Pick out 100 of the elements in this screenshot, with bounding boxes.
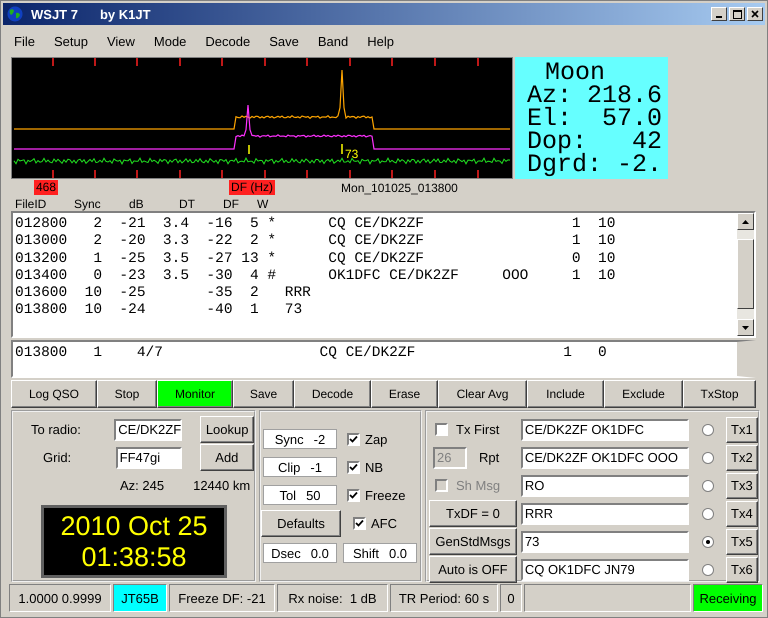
toolbar-button[interactable]: Stop (97, 380, 157, 408)
message-field[interactable]: RRR (520, 502, 689, 524)
radio-button[interactable] (702, 424, 714, 436)
checkbox[interactable] (347, 488, 360, 502)
callsign-field[interactable]: CE/DK2ZF (114, 418, 182, 440)
radio-button[interactable] (702, 508, 714, 520)
status-field: TR Period: 60 s (390, 584, 498, 612)
toolbar-button[interactable]: Decode (294, 380, 371, 408)
scroll-up-button[interactable] (737, 213, 754, 230)
distance-text: 12440 km (193, 478, 250, 493)
status-field: 1.0000 0.9999 (9, 584, 111, 612)
close-icon (751, 10, 759, 18)
column-header: DT (179, 197, 196, 211)
toolbar-button[interactable]: Clear Avg (438, 380, 527, 408)
option-label: Freeze (365, 488, 406, 502)
radio-button[interactable] (702, 564, 714, 576)
defaults-button[interactable]: Defaults (261, 510, 341, 537)
moon-reading: Az: 218.6 (527, 84, 664, 107)
tx-button[interactable]: Tx6 (726, 556, 758, 582)
tx-button[interactable]: Tx2 (726, 444, 758, 470)
window-subtitle: by K1JT (100, 6, 151, 22)
decoded-line: 013800 10 -24 -40 1 73 (15, 302, 304, 320)
spin-field[interactable]: Sync -2 (263, 429, 337, 449)
column-header: Sync (74, 197, 102, 211)
marker-line (341, 144, 343, 154)
moon-reading: Dop: 42 (527, 130, 664, 153)
tx-button[interactable]: Tx1 (726, 416, 758, 442)
menu-item[interactable]: Band (310, 34, 356, 48)
checkbox[interactable] (353, 517, 366, 530)
status-field: Freeze DF: -21 (169, 584, 275, 612)
grid-field[interactable]: FF47gi (116, 446, 182, 468)
minimize-button[interactable] (711, 7, 727, 21)
spin-field[interactable]: Shift 0.0 (343, 543, 417, 563)
decoded-line: 012800 2 -21 3.4 -16 5 * CQ CE/DK2ZF 1 10 (15, 216, 616, 234)
scroll-down-button[interactable] (737, 319, 754, 336)
message-field[interactable]: 73 (520, 530, 689, 552)
menu-item[interactable]: Mode (146, 34, 194, 48)
toolbar-button[interactable]: Log QSO (11, 380, 97, 408)
spin-field[interactable]: Clip -1 (263, 457, 337, 477)
checkbox-label: Tx First (456, 422, 500, 437)
decoded-line: 013600 10 -25 -35 2 RRR (15, 285, 312, 302)
time-text: 01:38:58 (81, 542, 187, 572)
maximize-icon (732, 10, 742, 18)
command-button[interactable]: Auto is OFF (429, 556, 517, 583)
checkbox[interactable] (347, 460, 360, 474)
checkbox[interactable] (435, 423, 448, 436)
command-button[interactable]: GenStdMsgs (429, 528, 517, 555)
toolbar-button[interactable]: Monitor (157, 380, 233, 408)
status-field: Receiving (693, 584, 763, 612)
tx-button[interactable]: Tx4 (726, 500, 758, 526)
toolbar-button[interactable]: Erase (371, 380, 438, 408)
down-arrow-icon (742, 326, 749, 330)
column-header: W (257, 197, 270, 211)
lookup-button[interactable]: Lookup (200, 416, 254, 443)
column-header: DF (223, 197, 240, 211)
decoded-line: 013000 2 -20 3.3 -22 2 * CQ CE/DK2ZF 1 10 (15, 233, 616, 251)
moon-reading: El: 57.0 (527, 107, 664, 130)
radio-button[interactable] (702, 452, 714, 464)
date-text: 2010 Oct 25 (60, 510, 208, 542)
checkbox[interactable] (347, 432, 360, 446)
option-label: NB (365, 460, 384, 474)
menu-item[interactable]: Help (360, 34, 401, 48)
menu-item[interactable]: Decode (198, 34, 258, 48)
scrollbar-thumb[interactable] (737, 239, 754, 309)
df-axis-label: DF (Hz) (229, 180, 276, 195)
scrollbar[interactable] (737, 213, 754, 336)
field-label: To radio: (30, 422, 82, 437)
file-name: Mon_101025_013800 (341, 180, 458, 194)
toolbar-button[interactable]: TxStop (683, 380, 756, 408)
add-button[interactable]: Add (200, 444, 254, 471)
column-header: dB (129, 197, 145, 211)
field-label: Grid: (42, 450, 72, 465)
toolbar-button[interactable]: Save (233, 380, 294, 408)
maximize-button[interactable] (729, 7, 745, 21)
column-header: FileID (15, 197, 48, 211)
command-button[interactable]: TxDF = 0 (429, 500, 517, 527)
message-field[interactable]: CQ OK1DFC JN79 (520, 558, 689, 580)
menu-item[interactable]: File (7, 34, 42, 48)
menu-item[interactable]: Setup (46, 34, 95, 48)
message-field[interactable]: CE/DK2ZF OK1DFC (520, 418, 689, 440)
decoded-line: 013400 0 -23 3.5 -30 4 # OK1DFC CE/DK2ZF OOO 1 10 (15, 268, 616, 286)
radio-button[interactable] (702, 480, 714, 492)
tx-button[interactable]: Tx5 (726, 528, 758, 554)
field-label: Rpt (479, 450, 500, 465)
window-title: WSJT 7 (31, 6, 78, 22)
message-field[interactable]: CE/DK2ZF OK1DFC OOO (520, 446, 689, 468)
file-count-label: 468 (34, 180, 58, 195)
radio-button[interactable] (702, 536, 714, 548)
spin-field[interactable]: Dsec 0.0 (263, 543, 337, 563)
spin-field[interactable]: Tol 50 (263, 485, 337, 505)
toolbar-button[interactable]: Include (527, 380, 604, 408)
toolbar-button[interactable]: Exclude (604, 380, 683, 408)
close-button[interactable] (747, 7, 763, 21)
menu-item[interactable]: View (100, 34, 142, 48)
status-field: 0 (500, 584, 522, 612)
menu-item[interactable]: Save (262, 34, 306, 48)
message-field[interactable]: RO (520, 474, 689, 496)
marker-line (248, 145, 250, 154)
moon-reading: Dgrd: -2. (527, 153, 664, 176)
tx-button[interactable]: Tx3 (726, 472, 758, 498)
